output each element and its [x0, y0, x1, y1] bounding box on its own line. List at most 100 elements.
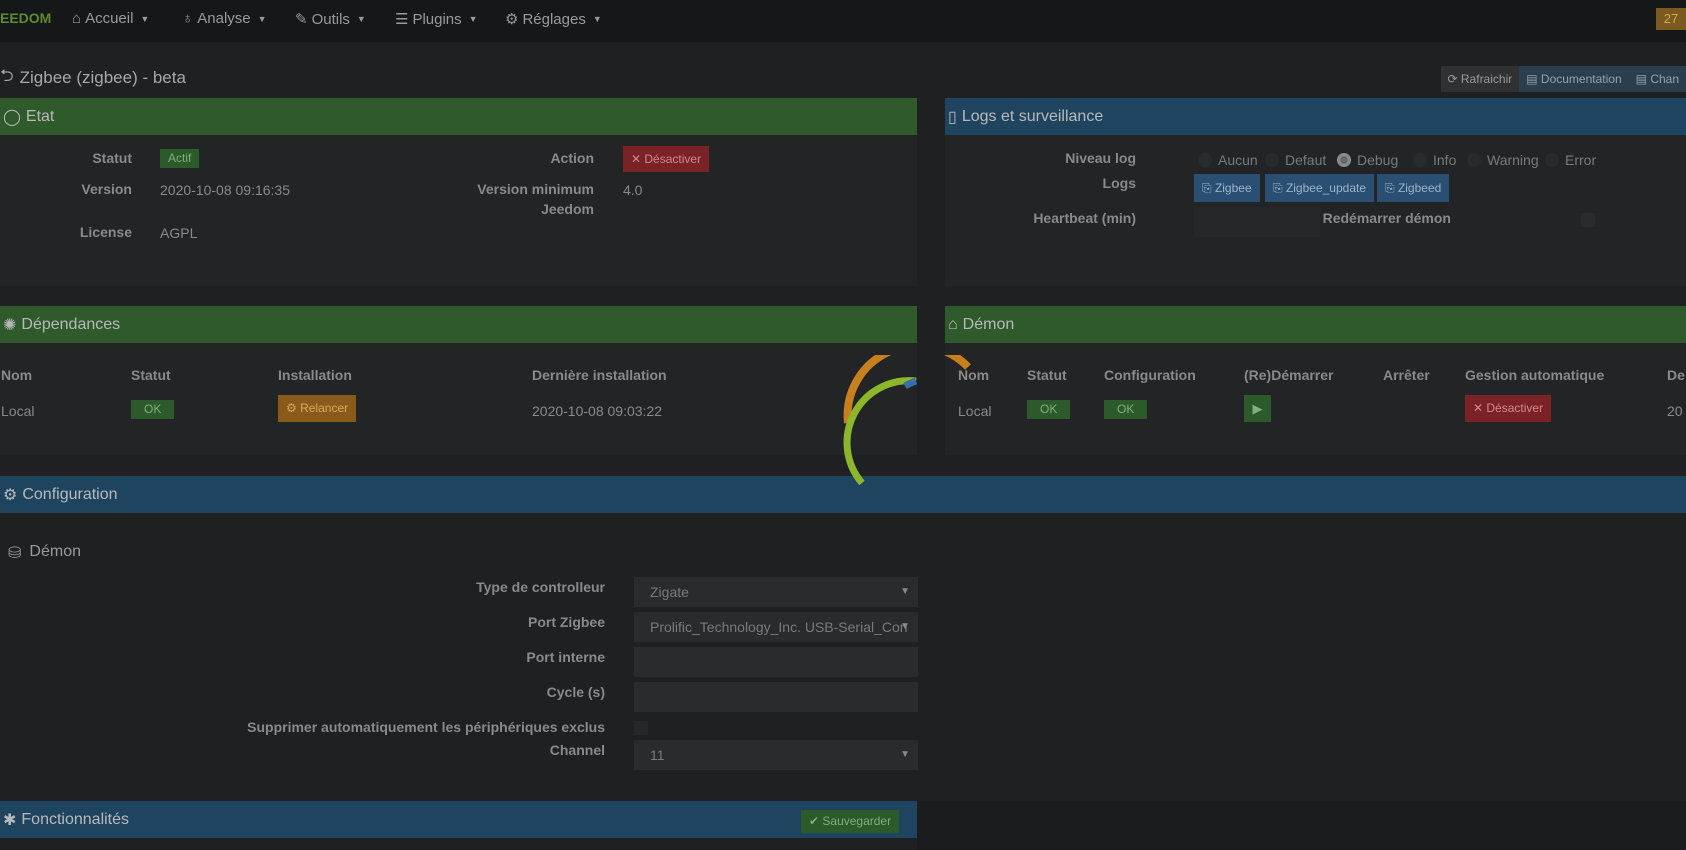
- license-label: License: [79, 224, 132, 240]
- spinner-blue-arc: [903, 377, 918, 390]
- demon-statut-badge: OK: [1027, 400, 1071, 419]
- cycle-label: Cycle (s): [546, 684, 605, 700]
- radio-icon: [1467, 153, 1481, 167]
- spinner-orange-arc: [843, 355, 971, 424]
- list-icon: ☰: [395, 11, 409, 28]
- version-label: Version: [81, 181, 132, 197]
- heartbeat-input[interactable]: [1194, 207, 1320, 237]
- right-blank-area: [917, 801, 1686, 850]
- notification-badge[interactable]: 27: [1656, 8, 1686, 30]
- demon-header-gestion: Gestion automatique: [1465, 367, 1605, 383]
- log-zigbeed-button[interactable]: ⎘ Zigbeed: [1377, 174, 1450, 202]
- radio-warning[interactable]: Warning: [1467, 152, 1539, 168]
- radio-icon: [1198, 153, 1212, 167]
- refresh-button[interactable]: ⟳ Rafraichir: [1440, 66, 1520, 92]
- chevron-down-icon: ▼: [900, 749, 910, 760]
- bank-icon: ⌂: [948, 315, 958, 333]
- demon-header-last: De: [1667, 367, 1685, 383]
- demon-panel-header: ⌂ Démon: [945, 306, 1686, 343]
- supprimer-checkbox[interactable]: [634, 721, 648, 735]
- page-title: ⮌ Zigbee (zigbee) - beta: [0, 63, 186, 92]
- demon-panel-body: [945, 343, 1686, 455]
- play-button[interactable]: ▶: [1244, 395, 1271, 422]
- radio-icon: [1413, 153, 1427, 167]
- radio-aucun[interactable]: Aucun: [1198, 152, 1258, 168]
- demon-header-arreter: Arrêter: [1383, 367, 1430, 383]
- cogs-icon: ⚙: [3, 486, 18, 504]
- restart-demon-checkbox[interactable]: [1581, 213, 1595, 227]
- version-min-value: 4.0: [623, 182, 643, 198]
- chevron-down-icon: ▼: [468, 14, 478, 24]
- radio-info[interactable]: Info: [1413, 152, 1456, 168]
- radio-defaut[interactable]: Defaut: [1265, 152, 1326, 168]
- file-icon: ▯: [948, 108, 957, 126]
- nav-plugins[interactable]: ☰ Plugins ▼: [395, 10, 478, 29]
- port-zigbee-select[interactable]: Prolific_Technology_Inc. USB-Serial_Con ▼: [634, 612, 918, 642]
- stethoscope-icon: ♁: [182, 10, 194, 27]
- demon-last-value: 20: [1667, 403, 1683, 419]
- dep-header-derniere: Dernière installation: [532, 367, 667, 383]
- sauvegarder-button[interactable]: ✔ Sauvegarder: [801, 810, 900, 833]
- navbar: EEDOM ⌂ Accueil ▼ ♁ Analyse ▼ ✎ Outils ▼ ☰ Plug…: [0, 0, 1686, 42]
- demon-header-redemarrer: (Re)Démarrer: [1244, 367, 1334, 383]
- radio-checked-icon: [1337, 153, 1351, 167]
- demon-header-configuration: Configuration: [1104, 367, 1196, 383]
- radio-icon: [1265, 153, 1279, 167]
- nav-analyse[interactable]: ♁ Analyse ▼: [182, 10, 267, 27]
- demon-header-statut: Statut: [1027, 367, 1067, 383]
- type-controlleur-select[interactable]: Zigate ▼: [634, 577, 918, 607]
- dependances-panel-header: ✺ Dépendances: [0, 306, 917, 343]
- relancer-button[interactable]: ⚙ Relancer: [278, 395, 357, 422]
- heartbeat-label: Heartbeat (min): [1033, 210, 1136, 226]
- log-zigbee-update-button[interactable]: ⎘ Zigbee_update: [1265, 174, 1375, 202]
- configuration-panel-body: [0, 513, 1686, 778]
- channel-select[interactable]: 11 ▼: [634, 740, 918, 770]
- license-value: AGPL: [160, 225, 198, 241]
- spinner-green-arc: [843, 377, 917, 486]
- radio-error[interactable]: Error: [1545, 152, 1596, 168]
- channel-label: Channel: [549, 742, 605, 758]
- cycle-input[interactable]: [634, 682, 918, 712]
- niveau-log-label: Niveau log: [1065, 150, 1136, 166]
- gear-icon: ⚙: [505, 11, 519, 28]
- dep-header-statut: Statut: [131, 367, 171, 383]
- dep-derniere-value: 2020-10-08 09:03:22: [532, 403, 662, 419]
- jeedom-logo[interactable]: EEDOM: [0, 10, 51, 26]
- dep-header-installation: Installation: [278, 367, 352, 383]
- header-buttons: ⟳ Rafraichir ▤ Documentation ▤ Chan: [1440, 66, 1686, 92]
- type-controlleur-label: Type de controlleur: [476, 579, 605, 595]
- chevron-down-icon: ▼: [140, 13, 150, 24]
- etat-panel-header: ◯ Etat: [0, 98, 917, 135]
- log-zigbee-button[interactable]: ⎘ Zigbee: [1194, 174, 1260, 202]
- restart-demon-label: Redémarrer démon: [1322, 210, 1451, 226]
- logs-label: Logs: [1102, 175, 1136, 191]
- back-arrow-icon[interactable]: ⮌: [0, 63, 14, 92]
- chevron-down-icon: ▼: [257, 13, 267, 24]
- chevron-down-icon: ▼: [356, 14, 366, 24]
- radio-icon: [1545, 153, 1559, 167]
- nav-reglages[interactable]: ⚙ Réglages ▼: [505, 10, 602, 29]
- port-interne-label: Port interne: [526, 649, 605, 665]
- port-zigbee-label: Port Zigbee: [527, 614, 605, 630]
- action-label: Action: [550, 150, 594, 166]
- statut-label: Statut: [92, 150, 132, 166]
- port-interne-input[interactable]: [634, 647, 918, 677]
- documentation-button[interactable]: ▤ Documentation: [1519, 66, 1629, 92]
- fonctionnalites-panel-header: ✱ Fonctionnalités: [0, 801, 917, 838]
- gestion-desactiver-button[interactable]: ✕ Désactiver: [1465, 395, 1552, 422]
- version-value: 2020-10-08 09:16:35: [160, 182, 290, 198]
- desactiver-button[interactable]: ✕ Désactiver: [623, 146, 710, 172]
- chevron-down-icon: ▼: [592, 14, 602, 24]
- dep-nom-value: Local: [1, 403, 35, 419]
- nav-accueil[interactable]: ⌂ Accueil ▼: [72, 10, 149, 27]
- nav-outils[interactable]: ✎ Outils ▼: [295, 10, 366, 29]
- home-icon: ⌂: [72, 10, 82, 27]
- chevron-down-icon: ▼: [900, 621, 910, 632]
- radio-debug[interactable]: Debug: [1337, 152, 1398, 168]
- dep-header-nom: Nom: [1, 367, 33, 383]
- etat-panel-body: [0, 135, 917, 286]
- hdd-icon: ⛁: [8, 545, 22, 562]
- changelog-button[interactable]: ▤ Chan: [1628, 66, 1686, 92]
- loading-spinner-icon: [843, 355, 971, 486]
- statut-badge: Actif: [160, 149, 200, 168]
